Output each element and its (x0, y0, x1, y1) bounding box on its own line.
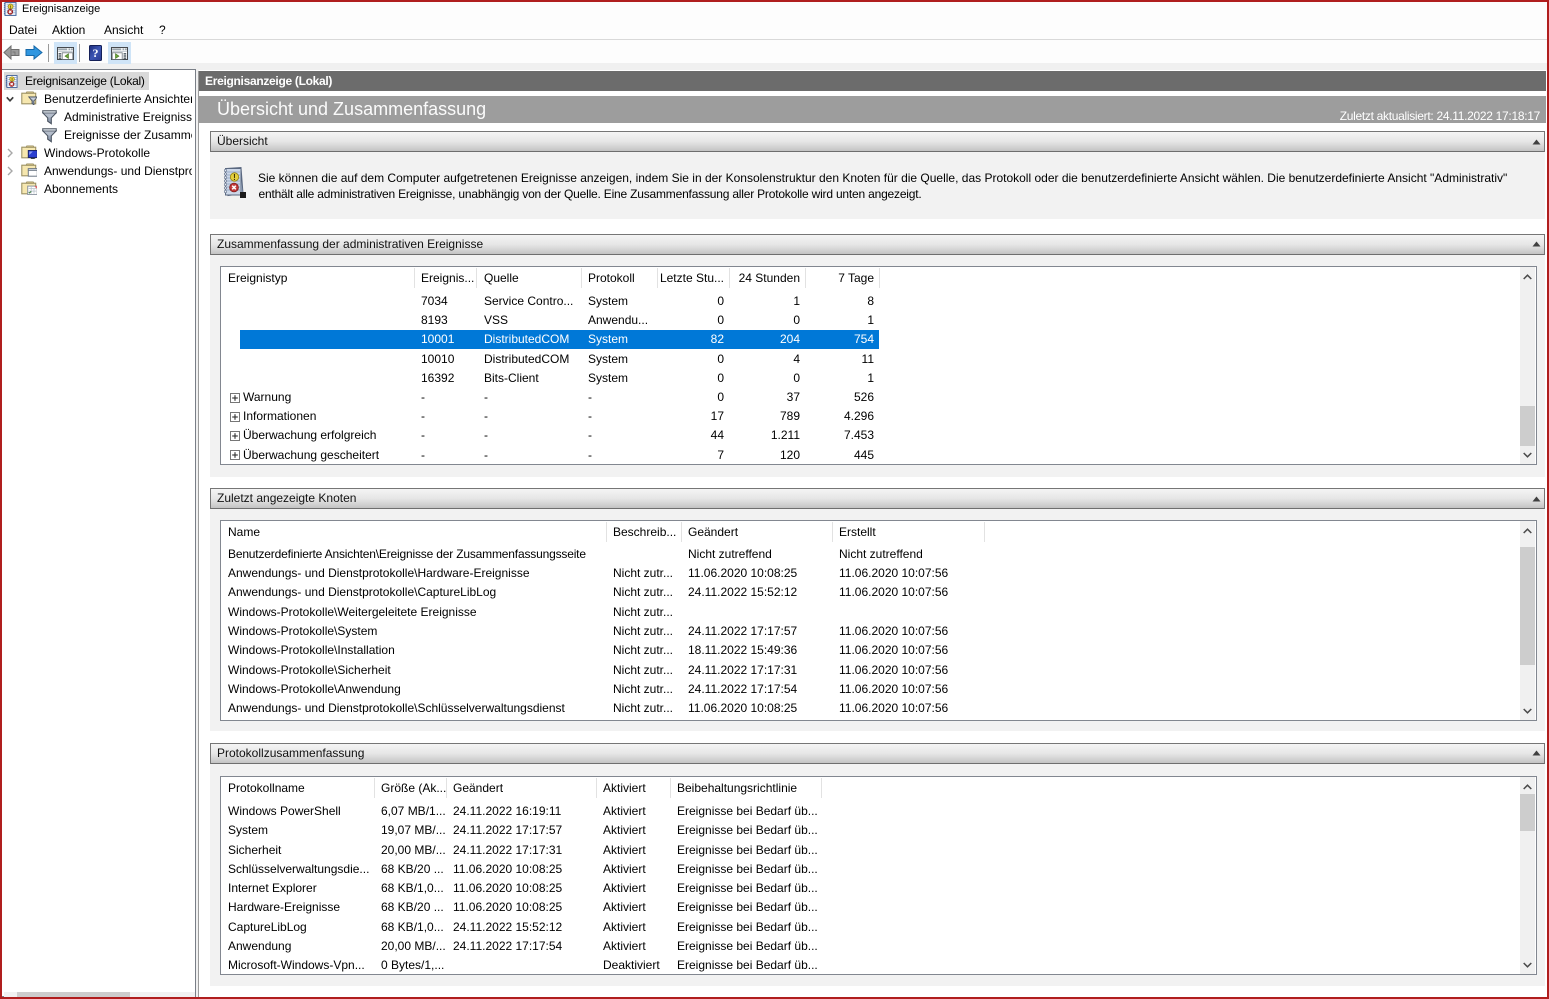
svg-text:!: ! (11, 76, 12, 81)
svg-text:?: ? (92, 46, 98, 60)
svg-text:!: ! (233, 173, 236, 182)
